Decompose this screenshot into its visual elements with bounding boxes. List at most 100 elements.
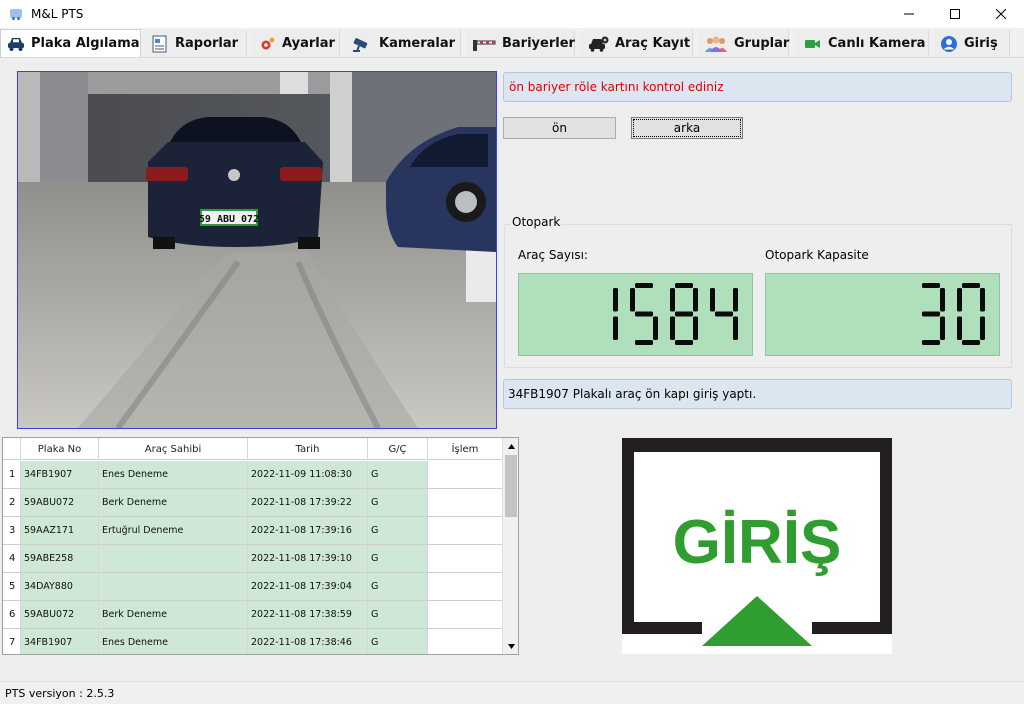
plate-cell[interactable]: 59ABU072 xyxy=(21,601,99,628)
direction-cell[interactable]: G xyxy=(368,629,428,654)
scroll-up-button[interactable] xyxy=(503,438,518,454)
date-cell[interactable]: 2022-11-09 11:08:30 xyxy=(248,461,368,488)
scroll-down-button[interactable] xyxy=(503,638,518,654)
lcd-segment xyxy=(715,311,733,317)
direction-cell[interactable]: G xyxy=(368,573,428,600)
owner-cell[interactable]: Enes Deneme xyxy=(99,461,248,488)
owner-cell[interactable]: Ertuğrul Deneme xyxy=(99,517,248,544)
title-bar: M&L PTS xyxy=(0,0,1024,28)
entry-message: 34FB1907 Plakalı araç ön kapı giriş yapt… xyxy=(503,379,1012,409)
group-icon xyxy=(705,36,727,52)
table-row[interactable]: 3 59AAZ171 Ertuğrul Deneme 2022-11-08 17:39… xyxy=(3,517,503,545)
row-number[interactable]: 7 xyxy=(3,629,21,654)
owner-cell[interactable]: Berk Deneme xyxy=(99,601,248,628)
lcd-segment xyxy=(962,283,980,288)
camera-view: 59 ABU 072 xyxy=(17,71,497,429)
tab-bar: Plaka Algılama Raporlar Ayarlar Kamerala… xyxy=(0,28,1024,58)
action-cell[interactable] xyxy=(428,545,503,572)
lcd-segment xyxy=(635,340,653,345)
action-cell[interactable] xyxy=(428,601,503,628)
lcd-segment xyxy=(980,316,985,340)
status-bar: PTS versiyon : 2.5.3 xyxy=(0,681,1024,704)
plate-cell[interactable]: 34DAY880 xyxy=(21,573,99,600)
column-header[interactable]: Plaka No xyxy=(21,438,99,460)
car-register-icon xyxy=(589,36,609,52)
direction-cell[interactable]: G xyxy=(368,517,428,544)
plate-cell[interactable]: 34FB1907 xyxy=(21,461,99,488)
date-cell[interactable]: 2022-11-08 17:39:10 xyxy=(248,545,368,572)
tab-canli-kamera[interactable]: Canlı Kamera xyxy=(796,30,929,57)
date-cell[interactable]: 2022-11-08 17:39:04 xyxy=(248,573,368,600)
row-number[interactable]: 6 xyxy=(3,601,21,628)
tab-giris[interactable]: Giriş xyxy=(934,30,1010,57)
column-header[interactable]: G/Ç xyxy=(368,438,428,460)
direction-cell[interactable]: G xyxy=(368,461,428,488)
tab-ayarlar[interactable]: Ayarlar xyxy=(252,30,340,57)
owner-cell[interactable]: Berk Deneme xyxy=(99,489,248,516)
direction-cell[interactable]: G xyxy=(368,545,428,572)
column-header[interactable]: İşlem xyxy=(428,438,503,460)
tab-raporlar[interactable]: Raporlar xyxy=(145,30,247,57)
row-number[interactable]: 5 xyxy=(3,573,21,600)
lcd-segment xyxy=(710,288,715,312)
tab-label: Bariyerler xyxy=(502,36,575,51)
tab-arac-kayit[interactable]: Araç Kayıt xyxy=(581,30,693,57)
vehicle-count-digits xyxy=(613,283,738,345)
barrier-icon xyxy=(473,39,496,51)
action-cell[interactable] xyxy=(428,489,503,516)
maximize-button[interactable] xyxy=(932,0,978,28)
owner-cell[interactable] xyxy=(99,545,248,572)
action-cell[interactable] xyxy=(428,461,503,488)
table-row[interactable]: 1 34FB1907 Enes Deneme 2022-11-09 11:08:30 G xyxy=(3,461,503,489)
user-icon xyxy=(941,35,957,52)
lcd-segment xyxy=(957,316,962,340)
plate-cell[interactable]: 59ABU072 xyxy=(21,489,99,516)
table-row[interactable]: 4 59ABE258 2022-11-08 17:39:10 G xyxy=(3,545,503,573)
lcd-segment xyxy=(675,340,693,345)
row-number[interactable]: 3 xyxy=(3,517,21,544)
column-header[interactable]: Araç Sahibi xyxy=(99,438,248,460)
date-cell[interactable]: 2022-11-08 17:39:22 xyxy=(248,489,368,516)
lcd-segment xyxy=(962,340,980,345)
table-row[interactable]: 2 59ABU072 Berk Deneme 2022-11-08 17:39:22 G xyxy=(3,489,503,517)
tab-gruplar[interactable]: Gruplar xyxy=(698,30,789,57)
tab-label: Araç Kayıt xyxy=(615,36,691,51)
lcd-segment xyxy=(922,311,940,317)
close-button[interactable] xyxy=(978,0,1024,28)
date-cell[interactable]: 2022-11-08 17:39:16 xyxy=(248,517,368,544)
tab-bariyerler[interactable]: Bariyerler xyxy=(466,30,575,57)
table-row[interactable]: 5 34DAY880 2022-11-08 17:39:04 G xyxy=(3,573,503,601)
action-cell[interactable] xyxy=(428,517,503,544)
camera-icon xyxy=(353,37,368,52)
tab-label: Ayarlar xyxy=(282,36,335,51)
direction-cell[interactable]: G xyxy=(368,489,428,516)
tab-kameralar[interactable]: Kameralar xyxy=(345,30,461,57)
direction-cell[interactable]: G xyxy=(368,601,428,628)
front-button[interactable]: ön xyxy=(503,117,616,139)
plate-cell[interactable]: 34FB1907 xyxy=(21,629,99,654)
lcd-segment xyxy=(613,316,618,340)
barrier-alert: ön bariyer röle kartını kontrol ediniz xyxy=(503,72,1012,102)
column-header[interactable]: Tarih xyxy=(248,438,368,460)
row-number[interactable]: 1 xyxy=(3,461,21,488)
lcd-segment xyxy=(670,288,675,312)
minimize-button[interactable] xyxy=(886,0,932,28)
action-cell[interactable] xyxy=(428,573,503,600)
table-row[interactable]: 6 59ABU072 Berk Deneme 2022-11-08 17:38:59 G xyxy=(3,601,503,629)
row-number[interactable]: 4 xyxy=(3,545,21,572)
owner-cell[interactable] xyxy=(99,573,248,600)
date-cell[interactable]: 2022-11-08 17:38:59 xyxy=(248,601,368,628)
lcd-segment xyxy=(653,316,658,340)
owner-cell[interactable]: Enes Deneme xyxy=(99,629,248,654)
plate-cell[interactable]: 59ABE258 xyxy=(21,545,99,572)
row-number[interactable]: 2 xyxy=(3,489,21,516)
plate-cell[interactable]: 59AAZ171 xyxy=(21,517,99,544)
scroll-thumb[interactable] xyxy=(505,455,517,517)
table-scrollbar[interactable] xyxy=(502,438,518,654)
date-cell[interactable]: 2022-11-08 17:38:46 xyxy=(248,629,368,654)
tab-plaka-algilama[interactable]: Plaka Algılama xyxy=(0,29,141,57)
table-row[interactable]: 7 34FB1907 Enes Deneme 2022-11-08 17:38:46 G xyxy=(3,629,503,654)
action-cell[interactable] xyxy=(428,629,503,654)
back-button[interactable]: arka xyxy=(631,117,743,139)
video-camera-icon xyxy=(805,39,820,48)
